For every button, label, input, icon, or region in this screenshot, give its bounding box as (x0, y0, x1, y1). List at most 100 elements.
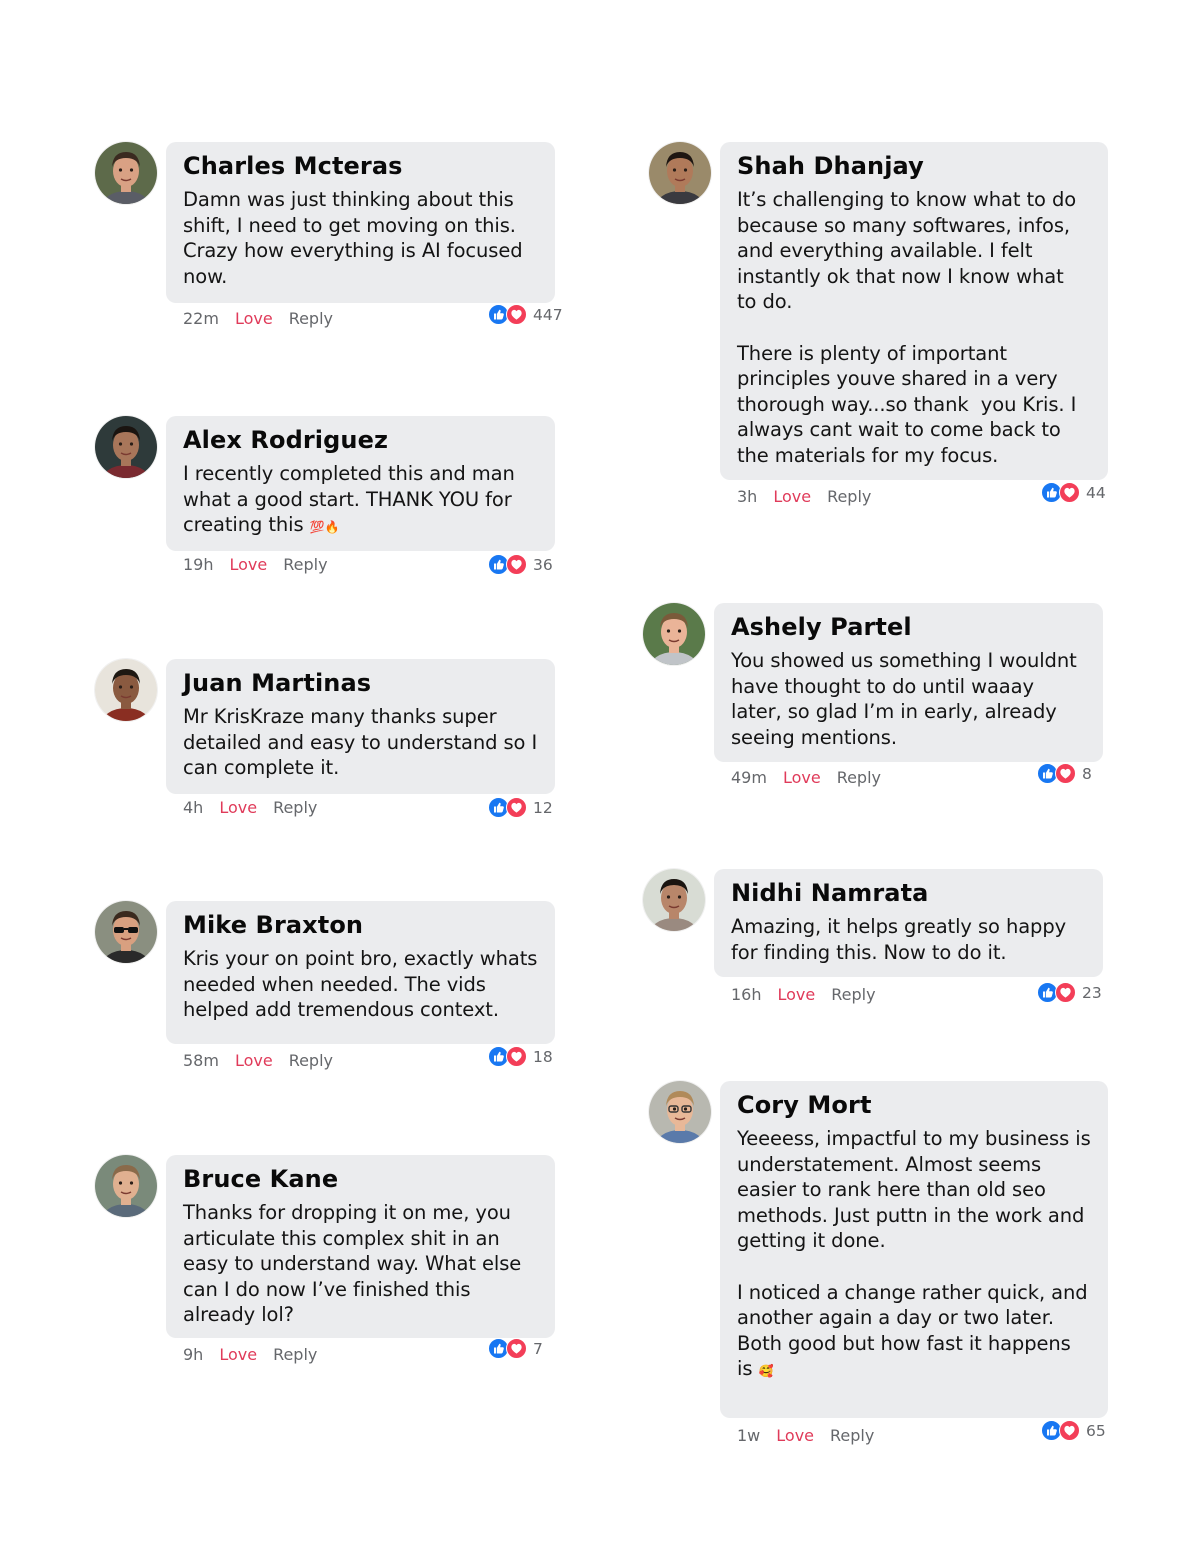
comment-text: I recently completed this and man what a… (183, 461, 538, 541)
comment-bubble: Shah Dhanjay It’s challenging to know wha… (720, 142, 1108, 480)
reactions-summary[interactable]: 36 (488, 554, 553, 575)
reaction-count: 12 (533, 798, 553, 817)
comment-text: Mr KrisKraze many thanks super detailed … (183, 704, 538, 781)
reaction-count: 65 (1086, 1421, 1106, 1440)
reactions-summary[interactable]: 44 (1041, 482, 1106, 503)
heart-icon (1059, 482, 1080, 503)
heart-icon (506, 554, 527, 575)
comment-bubble: Alex Rodriguez I recently completed this … (166, 416, 555, 551)
reaction-count: 23 (1082, 983, 1102, 1002)
commenter-name[interactable]: Shah Dhanjay (737, 151, 1091, 181)
comment-text: You showed us something I wouldnt have t… (731, 648, 1086, 750)
timestamp[interactable]: 58m (183, 1051, 219, 1070)
reply-button[interactable]: Reply (831, 985, 875, 1004)
love-button[interactable]: Love (773, 487, 811, 506)
avatar[interactable] (643, 603, 705, 665)
reaction-count: 18 (533, 1047, 553, 1066)
love-button[interactable]: Love (778, 985, 816, 1004)
comment-text-body: I recently completed this and man what a… (183, 462, 515, 537)
heart-icon (506, 1338, 527, 1359)
reactions-summary[interactable]: 23 (1037, 982, 1102, 1003)
heart-icon (1059, 1420, 1080, 1441)
comment-text: Thanks for dropping it on me, you articu… (183, 1200, 538, 1328)
commenter-name[interactable]: Bruce Kane (183, 1164, 538, 1194)
comment-bubble: Charles Mcteras Damn was just thinking ab… (166, 142, 555, 303)
heart-icon (1055, 763, 1076, 784)
love-button[interactable]: Love (235, 309, 273, 328)
timestamp[interactable]: 16h (731, 985, 762, 1004)
love-button[interactable]: Love (230, 555, 268, 574)
avatar[interactable] (95, 1155, 157, 1217)
timestamp[interactable]: 1w (737, 1426, 760, 1445)
comment-meta: 3h Love Reply (737, 487, 887, 506)
reactions-summary[interactable]: 7 (488, 1338, 543, 1359)
comment-bubble: Nidhi Namrata Amazing, it helps greatly s… (714, 869, 1103, 977)
commenter-name[interactable]: Nidhi Namrata (731, 878, 1086, 908)
love-button[interactable]: Love (235, 1051, 273, 1070)
reply-button[interactable]: Reply (273, 1345, 317, 1364)
heart-icon (506, 1046, 527, 1067)
comment-text-body: Damn was just thinking about this shift,… (183, 188, 523, 288)
reactions-summary[interactable]: 8 (1037, 763, 1092, 784)
timestamp[interactable]: 9h (183, 1345, 203, 1364)
avatar[interactable] (95, 142, 157, 204)
emoji: 🥰 (758, 1364, 774, 1379)
love-button[interactable]: Love (219, 798, 257, 817)
comment-text-body: Mr KrisKraze many thanks super detailed … (183, 705, 538, 780)
avatar[interactable] (95, 416, 157, 478)
comment-text-body: Amazing, it helps greatly so happy for f… (731, 915, 1067, 964)
comment-meta: 1w Love Reply (737, 1426, 890, 1445)
timestamp[interactable]: 3h (737, 487, 757, 506)
timestamp[interactable]: 49m (731, 768, 767, 787)
comment-text-body: Thanks for dropping it on me, you articu… (183, 1201, 522, 1327)
reactions-summary[interactable]: 18 (488, 1046, 553, 1067)
comment-text-body: It’s challenging to know what to do beca… (737, 188, 1077, 467)
timestamp[interactable]: 4h (183, 798, 203, 817)
reactions-summary[interactable]: 447 (488, 304, 563, 325)
reactions-summary[interactable]: 65 (1041, 1420, 1106, 1441)
heart-icon (1055, 982, 1076, 1003)
timestamp[interactable]: 19h (183, 555, 214, 574)
avatar[interactable] (95, 901, 157, 963)
avatar[interactable] (649, 1081, 711, 1143)
reactions-summary[interactable]: 12 (488, 797, 553, 818)
comment-meta: 4h Love Reply (183, 798, 333, 817)
comment-text: It’s challenging to know what to do beca… (737, 187, 1091, 469)
reaction-count: 8 (1082, 764, 1092, 783)
avatar[interactable] (649, 142, 711, 204)
commenter-name[interactable]: Juan Martinas (183, 668, 538, 698)
comment-bubble: Ashely Partel You showed us something I w… (714, 603, 1103, 762)
love-button[interactable]: Love (219, 1345, 257, 1364)
reply-button[interactable]: Reply (289, 309, 333, 328)
avatar[interactable] (643, 869, 705, 931)
reaction-count: 36 (533, 555, 553, 574)
reply-button[interactable]: Reply (289, 1051, 333, 1070)
comment-text: Amazing, it helps greatly so happy for f… (731, 914, 1086, 965)
comment-meta: 22m Love Reply (183, 309, 349, 328)
commenter-name[interactable]: Alex Rodriguez (183, 425, 538, 455)
commenter-name[interactable]: Cory Mort (737, 1090, 1091, 1120)
timestamp[interactable]: 22m (183, 309, 219, 328)
love-button[interactable]: Love (783, 768, 821, 787)
love-button[interactable]: Love (776, 1426, 814, 1445)
commenter-name[interactable]: Ashely Partel (731, 612, 1086, 642)
heart-icon (506, 797, 527, 818)
reply-button[interactable]: Reply (283, 555, 327, 574)
comment-text: Kris your on point bro, exactly whats ne… (183, 946, 538, 1023)
comment-bubble: Juan Martinas Mr KrisKraze many thanks su… (166, 659, 555, 794)
comment-bubble: Cory Mort Yeeeess, impactful to my busine… (720, 1081, 1108, 1418)
commenter-name[interactable]: Mike Braxton (183, 910, 538, 940)
avatar[interactable] (95, 659, 157, 721)
comment-bubble: Mike Braxton Kris your on point bro, exac… (166, 901, 555, 1044)
comment-text-body: Yeeeess, impactful to my business is und… (737, 1127, 1091, 1381)
reaction-count: 7 (533, 1339, 543, 1358)
reply-button[interactable]: Reply (837, 768, 881, 787)
reply-button[interactable]: Reply (830, 1426, 874, 1445)
comment-text-body: You showed us something I wouldnt have t… (731, 649, 1077, 749)
comment-meta: 49m Love Reply (731, 768, 897, 787)
commenter-name[interactable]: Charles Mcteras (183, 151, 538, 181)
reply-button[interactable]: Reply (273, 798, 317, 817)
reaction-count: 44 (1086, 483, 1106, 502)
emoji: 💯🔥 (309, 520, 340, 535)
reply-button[interactable]: Reply (827, 487, 871, 506)
